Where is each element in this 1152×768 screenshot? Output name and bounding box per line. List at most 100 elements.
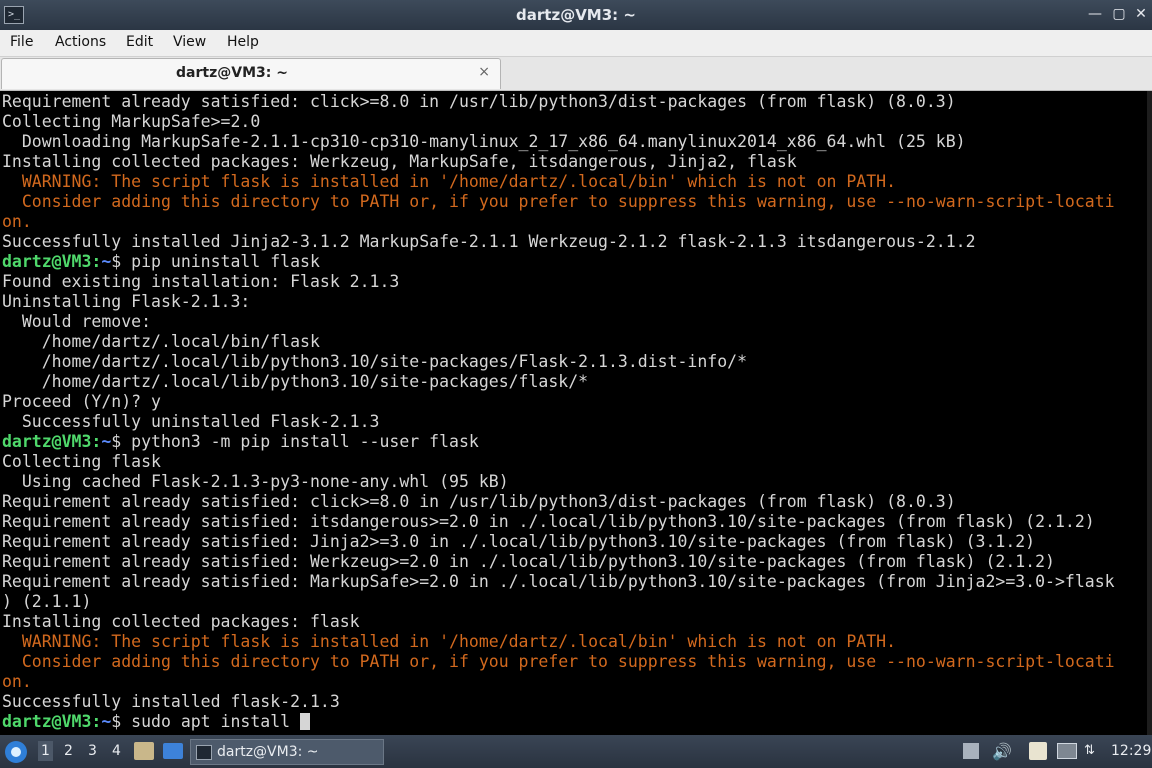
file-manager-icon[interactable] — [134, 742, 154, 760]
output-text: Successfully installed flask-2.1.3 — [2, 692, 340, 711]
terminal-line: Successfully uninstalled Flask-2.1.3 — [2, 412, 1147, 432]
terminal-line: dartz@VM3:~$ pip uninstall flask — [2, 252, 1147, 272]
warning-text: WARNING: The script flask is installed i… — [2, 172, 897, 191]
terminal-line: Collecting flask — [2, 452, 1147, 472]
output-text: /home/dartz/.local/bin/flask — [2, 332, 320, 351]
terminal-line: /home/dartz/.local/bin/flask — [2, 332, 1147, 352]
menu-bar: File Actions Edit View Help — [0, 30, 1152, 57]
maximize-icon[interactable]: ▢ — [1110, 5, 1128, 23]
volume-icon[interactable]: 🔊 — [992, 742, 1012, 761]
output-text: Uninstalling Flask-2.1.3: — [2, 292, 251, 311]
taskbar-window-button[interactable]: dartz@VM3: ~ — [190, 739, 384, 765]
show-desktop-icon[interactable] — [163, 743, 183, 759]
menu-actions[interactable]: Actions — [55, 34, 106, 50]
menu-view[interactable]: View — [173, 34, 206, 50]
output-text: Collecting MarkupSafe>=2.0 — [2, 112, 261, 131]
terminal-line: WARNING: The script flask is installed i… — [2, 172, 1147, 192]
menu-help[interactable]: Help — [227, 34, 259, 50]
tab-label: dartz@VM3: ~ — [176, 65, 288, 81]
output-text: Proceed (Y/n)? y — [2, 392, 161, 411]
output-text: Downloading MarkupSafe-2.1.1-cp310-cp310… — [2, 132, 966, 151]
prompt-user: dartz@VM3: — [2, 712, 102, 731]
terminal-line: Installing collected packages: Werkzeug,… — [2, 152, 1147, 172]
terminal-line: Successfully installed Jinja2-3.1.2 Mark… — [2, 232, 1147, 252]
terminal-line: Uninstalling Flask-2.1.3: — [2, 292, 1147, 312]
output-text: Found existing installation: Flask 2.1.3 — [2, 272, 400, 291]
output-text: Requirement already satisfied: Werkzeug>… — [2, 552, 1055, 571]
terminal-line: on. — [2, 212, 1147, 232]
start-menu-icon[interactable] — [5, 741, 27, 763]
output-text: Requirement already satisfied: Jinja2>=3… — [2, 532, 1036, 551]
warning-text: WARNING: The script flask is installed i… — [2, 632, 897, 651]
terminal-scrollbar[interactable] — [1147, 91, 1152, 735]
output-text: Installing collected packages: flask — [2, 612, 360, 631]
output-text: Successfully uninstalled Flask-2.1.3 — [2, 412, 380, 431]
tab-close-icon[interactable]: × — [478, 64, 490, 80]
terminal-line: Requirement already satisfied: click>=8.… — [2, 492, 1147, 512]
prompt-user: dartz@VM3: — [2, 252, 102, 271]
network-icon[interactable] — [1057, 743, 1077, 759]
terminal-line: on. — [2, 672, 1147, 692]
output-text: /home/dartz/.local/lib/python3.10/site-p… — [2, 372, 589, 391]
terminal-line: Collecting MarkupSafe>=2.0 — [2, 112, 1147, 132]
output-text: Collecting flask — [2, 452, 161, 471]
terminal-line: Downloading MarkupSafe-2.1.1-cp310-cp310… — [2, 132, 1147, 152]
terminal-line: Successfully installed flask-2.1.3 — [2, 692, 1147, 712]
prompt-user: dartz@VM3: — [2, 432, 102, 451]
terminal-line: Would remove: — [2, 312, 1147, 332]
warning-text: Consider adding this directory to PATH o… — [2, 652, 1115, 671]
terminal-line: Installing collected packages: flask — [2, 612, 1147, 632]
command-text: $ pip uninstall flask — [111, 252, 320, 271]
terminal-line: Using cached Flask-2.1.3-py3-none-any.wh… — [2, 472, 1147, 492]
terminal-line: Consider adding this directory to PATH o… — [2, 192, 1147, 212]
terminal-line: dartz@VM3:~$ sudo apt install — [2, 712, 1147, 732]
output-text: Successfully installed Jinja2-3.1.2 Mark… — [2, 232, 976, 251]
terminal-line: Requirement already satisfied: click>=8.… — [2, 92, 1147, 112]
tab-terminal[interactable]: dartz@VM3: ~ × — [1, 58, 501, 89]
eject-icon[interactable] — [963, 743, 979, 759]
close-icon[interactable]: ✕ — [1132, 5, 1150, 23]
terminal-line: ) (2.1.1) — [2, 592, 1147, 612]
warning-text: on. — [2, 212, 32, 231]
clipboard-icon[interactable] — [1029, 742, 1047, 760]
output-text: Requirement already satisfied: click>=8.… — [2, 492, 956, 511]
workspace-4[interactable]: 4 — [112, 743, 121, 759]
command-text: $ sudo apt install — [111, 712, 301, 731]
title-bar[interactable]: >_ dartz@VM3: ~ — ▢ ✕ — [0, 0, 1152, 30]
terminal-line: Requirement already satisfied: Jinja2>=3… — [2, 532, 1147, 552]
terminal-line: Consider adding this directory to PATH o… — [2, 652, 1147, 672]
menu-file[interactable]: File — [10, 34, 33, 50]
workspace-2[interactable]: 2 — [64, 743, 73, 759]
terminal-line: Proceed (Y/n)? y — [2, 392, 1147, 412]
output-text: Using cached Flask-2.1.3-py3-none-any.wh… — [2, 472, 509, 491]
taskbar: 1 2 3 4 dartz@VM3: ~ 🔊 ⇅ 12:29 — [0, 735, 1152, 768]
terminal-line: /home/dartz/.local/lib/python3.10/site-p… — [2, 372, 1147, 392]
minimize-icon[interactable]: — — [1086, 5, 1104, 23]
output-text: /home/dartz/.local/lib/python3.10/site-p… — [2, 352, 748, 371]
workspace-1[interactable]: 1 — [38, 741, 53, 761]
terminal-line: WARNING: The script flask is installed i… — [2, 632, 1147, 652]
notification-icon[interactable]: ⇅ — [1084, 743, 1100, 759]
prompt-path: ~ — [101, 712, 112, 731]
clock[interactable]: 12:29 — [1111, 743, 1151, 759]
terminal-line: Requirement already satisfied: itsdanger… — [2, 512, 1147, 532]
terminal-line: Requirement already satisfied: Werkzeug>… — [2, 552, 1147, 572]
terminal-line: Requirement already satisfied: MarkupSaf… — [2, 572, 1147, 592]
workspace-3[interactable]: 3 — [88, 743, 97, 759]
menu-edit[interactable]: Edit — [126, 34, 153, 50]
output-text: Requirement already satisfied: MarkupSaf… — [2, 572, 1115, 591]
window-title: dartz@VM3: ~ — [516, 6, 636, 24]
warning-text: Consider adding this directory to PATH o… — [2, 192, 1115, 211]
output-text: Requirement already satisfied: click>=8.… — [2, 92, 956, 111]
terminal-icon — [196, 745, 212, 760]
terminal-line: Found existing installation: Flask 2.1.3 — [2, 272, 1147, 292]
prompt-path: ~ — [101, 432, 112, 451]
command-text: $ python3 -m pip install --user flask — [111, 432, 479, 451]
text-cursor — [300, 713, 311, 730]
output-text: Requirement already satisfied: itsdanger… — [2, 512, 1095, 531]
terminal-line: dartz@VM3:~$ python3 -m pip install --us… — [2, 432, 1147, 452]
terminal-output[interactable]: Requirement already satisfied: click>=8.… — [0, 91, 1147, 735]
prompt-path: ~ — [101, 252, 112, 271]
tab-bar: dartz@VM3: ~ × — [0, 57, 1152, 91]
output-text: Installing collected packages: Werkzeug,… — [2, 152, 797, 171]
